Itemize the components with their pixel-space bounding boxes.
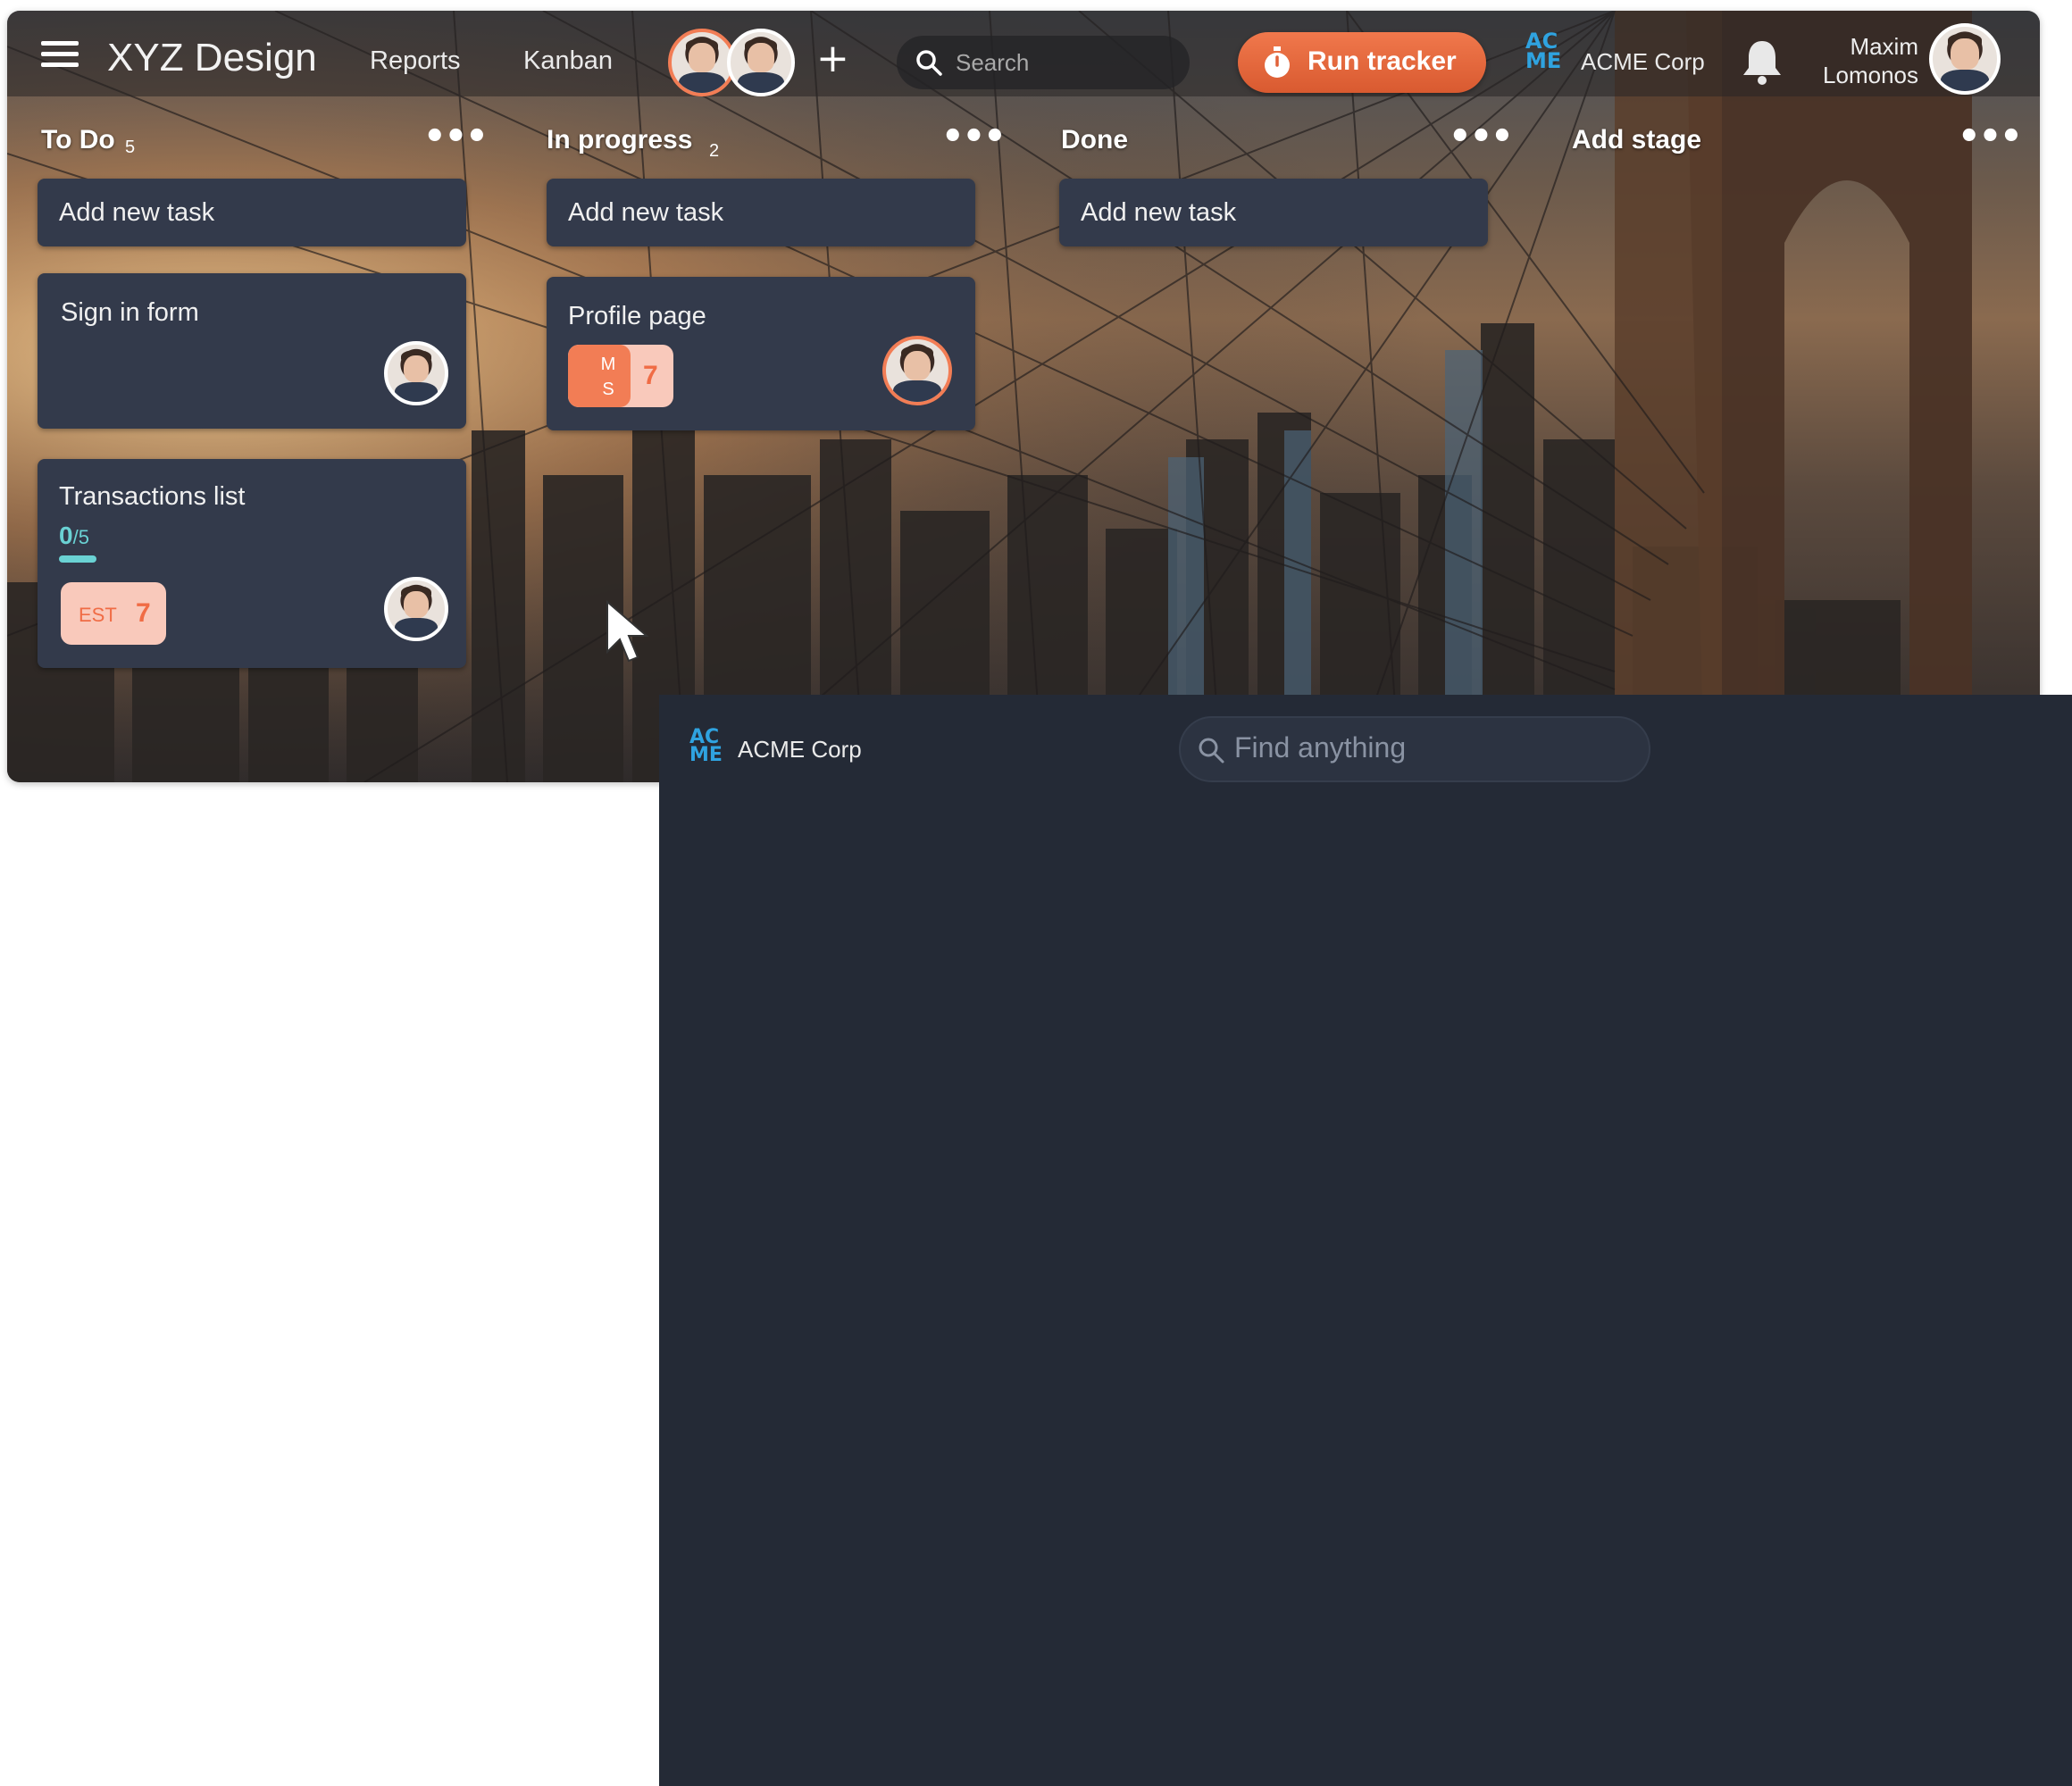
team-member-avatar[interactable] (727, 29, 795, 96)
add-task-button[interactable]: Add new task (38, 179, 466, 246)
task-title: Sign in form (61, 298, 199, 327)
subtask-progress: 0/5 (59, 522, 89, 550)
task-card-sign-in-form[interactable]: Sign in form (38, 273, 466, 429)
task-card-profile-page[interactable]: Profile page M S 7 (547, 277, 975, 430)
mouse-cursor-icon (606, 600, 649, 663)
column-count-in-progress: 2 (709, 141, 720, 161)
top-navigation-bar: XYZ Design Reports Kanban + Run tracker (7, 11, 2040, 96)
acme-logo: AC ME (1525, 30, 1562, 73)
search-panel: AC ME ACME Corp (659, 695, 2072, 1786)
notification-bell-icon[interactable] (1740, 38, 1784, 86)
column-title-done: Done (1061, 125, 1128, 154)
add-member-icon[interactable]: + (816, 39, 849, 79)
kanban-board-window: XYZ Design Reports Kanban + Run tracker (7, 11, 2040, 782)
estimate-value: 7 (136, 598, 151, 628)
nav-link-reports[interactable]: Reports (370, 46, 461, 76)
estimate-label-line1: M (600, 355, 616, 374)
menu-icon[interactable] (41, 41, 79, 70)
nav-link-kanban[interactable]: Kanban (523, 46, 613, 76)
column-title-in-progress: In progress (547, 125, 693, 154)
acme-logo-line2: ME (689, 743, 723, 766)
column-menu-icon[interactable]: ••• (1449, 116, 1514, 157)
find-anything-search[interactable] (1179, 716, 1650, 782)
task-card-transactions-list[interactable]: Transactions list 0/5 EST 7 (38, 459, 466, 668)
task-title: Profile page (568, 302, 706, 330)
column-menu-icon[interactable]: ••• (423, 116, 489, 157)
team-member-avatar[interactable] (668, 29, 736, 96)
user-avatar[interactable] (1929, 23, 2001, 95)
user-name[interactable]: Maxim Lomonos (1802, 32, 1918, 89)
user-last-name: Lomonos (1823, 62, 1918, 88)
search-bar[interactable] (897, 36, 1190, 89)
estimate-label: M S (595, 352, 622, 402)
estimate-label: EST (79, 604, 117, 626)
assignee-avatar[interactable] (384, 577, 448, 641)
assignee-avatar[interactable] (384, 341, 448, 405)
assignee-avatar[interactable] (882, 336, 952, 405)
add-task-button[interactable]: Add new task (1059, 179, 1488, 246)
estimate-label-line2: S (602, 380, 614, 399)
estimate-value: 7 (643, 361, 658, 390)
subtask-total-count: /5 (72, 526, 89, 548)
find-anything-input[interactable] (1232, 730, 1638, 765)
add-stage-button[interactable]: Add stage (1572, 125, 1701, 155)
column-menu-icon[interactable]: ••• (1958, 116, 2023, 157)
column-menu-icon[interactable]: ••• (941, 116, 1007, 157)
search-icon (916, 50, 942, 76)
add-task-label: Add new task (568, 198, 724, 227)
run-tracker-label: Run tracker (1308, 46, 1457, 76)
add-task-button[interactable]: Add new task (547, 179, 975, 246)
add-task-label: Add new task (1081, 198, 1237, 227)
search-icon (1199, 738, 1224, 764)
organization-name[interactable]: ACME Corp (738, 736, 862, 764)
add-task-label: Add new task (59, 198, 215, 227)
subtask-done-count: 0 (59, 522, 73, 549)
user-first-name: Maxim (1850, 33, 1918, 60)
stopwatch-icon (1265, 46, 1290, 78)
run-tracker-button[interactable]: Run tracker (1238, 32, 1486, 93)
column-count-todo: 5 (125, 138, 136, 157)
organization-name[interactable]: ACME Corp (1581, 48, 1705, 76)
task-title: Transactions list (59, 482, 246, 511)
estimate-badge[interactable]: M S 7 (568, 345, 673, 407)
search-input[interactable] (954, 47, 1172, 78)
acme-logo-line2: ME (1525, 47, 1562, 73)
estimate-badge[interactable]: EST 7 (61, 582, 166, 645)
acme-logo: AC ME (689, 728, 723, 766)
column-title-todo: To Do (41, 125, 115, 154)
subtask-progress-bar (59, 555, 96, 563)
app-title: XYZ Design (107, 36, 317, 79)
